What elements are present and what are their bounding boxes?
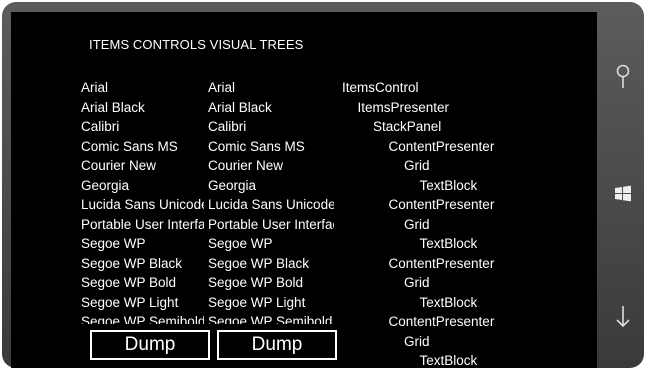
font-items-control-2[interactable]: Arial Arial Black Calibri Comic Sans MS Cour… [208,78,334,324]
tree-node: Grid [404,333,430,349]
font-item: Segoe WP Black [208,255,310,271]
tree-node: ContentPresenter [388,255,495,271]
font-item: Lucida Sans Unicode [81,197,204,212]
font-item: Segoe WP Light [81,294,179,310]
font-item: Arial Black [81,99,145,115]
tree-node: Grid [404,158,430,173]
font-item: Segoe WP Semibold [81,314,204,324]
font-item: Arial [81,80,109,95]
tree-node: TextBlock [419,177,478,193]
font-item: Calibri [208,119,247,134]
tree-node: ItemsPresenter [357,99,450,115]
font-item: Courier New [81,158,157,173]
font-item: Segoe WP [81,236,146,251]
font-item: Portable User Interface [81,216,204,232]
font-items-control-1[interactable]: Arial Arial Black Calibri Comic Sans MS Cour… [81,78,204,324]
visual-tree-output: ItemsControl ItemsPresenter StackPanel Cont… [334,78,584,368]
page-title: ITEMS CONTROLS VISUAL TREES [89,37,304,52]
tree-node: TextBlock [419,294,478,310]
font-item: Segoe WP Light [208,294,306,310]
font-item: Segoe WP Bold [81,275,177,290]
tree-node: Grid [404,275,430,290]
back-arrow-icon[interactable] [599,297,646,337]
windows-start-icon[interactable] [599,174,646,214]
font-item: Segoe WP Semibold [208,314,333,324]
tree-node: ContentPresenter [388,314,495,329]
font-item: Portable User Interface [208,216,334,232]
tree-node: ItemsControl [342,80,419,95]
font-item: Georgia [208,177,257,193]
font-item: Segoe WP Bold [208,275,304,290]
font-item: Arial Black [208,99,272,115]
tree-node: StackPanel [373,119,442,134]
phone-screen: ITEMS CONTROLS VISUAL TREES Arial Arial B… [11,12,597,368]
dump-button-1[interactable]: Dump [90,330,210,360]
font-item: Segoe WP Black [81,255,183,271]
search-icon[interactable] [599,57,646,97]
phone-frame: ITEMS CONTROLS VISUAL TREES Arial Arial B… [2,2,644,368]
tree-node: TextBlock [419,353,478,368]
font-item: Calibri [81,119,120,134]
font-item: Comic Sans MS [81,138,178,154]
dump-button-2[interactable]: Dump [217,330,337,360]
font-item: Lucida Sans Unicode [208,197,334,212]
font-item: Georgia [81,177,130,193]
font-item: Courier New [208,158,284,173]
hardware-button-bar [599,12,646,368]
tree-node: Grid [404,216,430,232]
tree-node: TextBlock [419,236,478,251]
font-item: Segoe WP [208,236,273,251]
tree-node: ContentPresenter [388,197,495,212]
font-item: Comic Sans MS [208,138,305,154]
tree-node: ContentPresenter [388,138,495,154]
font-item: Arial [208,80,236,95]
